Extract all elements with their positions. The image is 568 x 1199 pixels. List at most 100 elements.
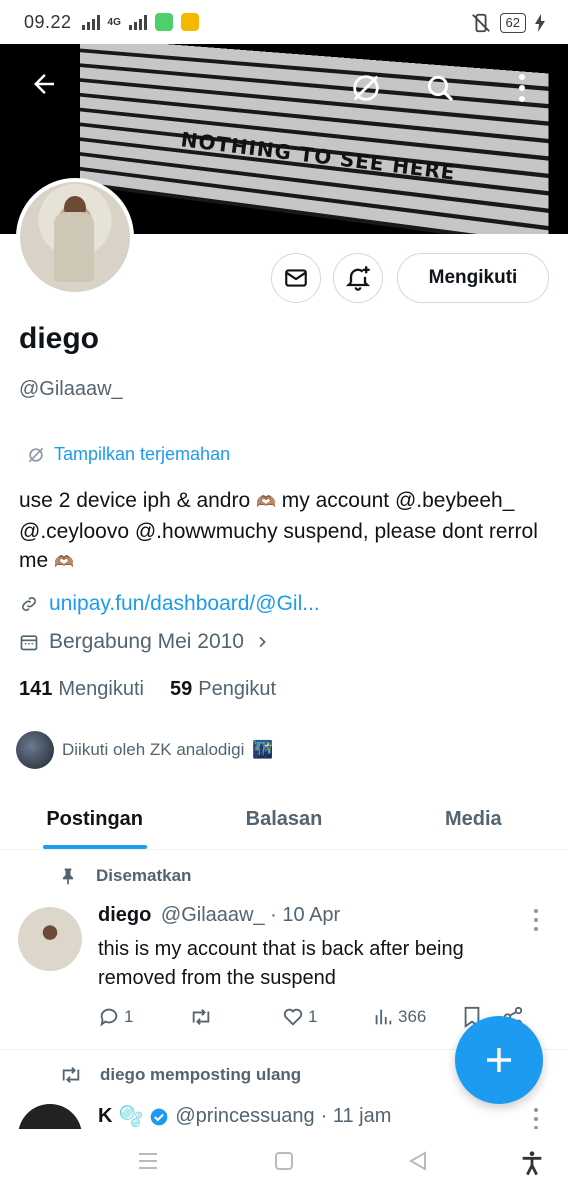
- heart-hands-emoji: 🫶🏽: [256, 494, 276, 511]
- translate-icon: [353, 75, 379, 101]
- bubbles-emoji: 🫧: [118, 1106, 144, 1128]
- reply-count: 1: [124, 1007, 134, 1026]
- network-type: 4G: [107, 16, 121, 28]
- more-options-button[interactable]: [494, 60, 550, 116]
- repost-button[interactable]: [188, 1006, 282, 1028]
- calendar-icon: [20, 635, 38, 651]
- profile-tabs: Postingan Balasan Media: [0, 790, 568, 850]
- followed-by-text: Diikuti oleh ZK analodigi: [62, 740, 245, 759]
- banner-sign-image: [79, 44, 549, 234]
- following-label: Mengikuti: [58, 678, 144, 700]
- notification-button[interactable]: [333, 253, 383, 303]
- view-count: 366: [398, 1007, 427, 1026]
- more-vertical-icon: [519, 74, 525, 102]
- post-author[interactable]: diego: [98, 904, 151, 926]
- reply-icon: [100, 1008, 118, 1027]
- repost-label: diego memposting ulang: [100, 1065, 302, 1084]
- followed-by-row[interactable]: Diikuti oleh ZK analodigi 🌃: [16, 731, 274, 769]
- views-chart-icon: [375, 1009, 392, 1025]
- search-icon: [427, 75, 454, 102]
- profile-handle: @Gilaaaw_: [19, 378, 123, 400]
- plus-icon: [487, 1048, 511, 1072]
- more-dot-icon: [534, 927, 538, 931]
- message-button[interactable]: [271, 253, 321, 303]
- pinned-indicator: Disematkan: [58, 866, 191, 886]
- website-url: unipay.fun/dashboard/@Gil...: [49, 592, 320, 615]
- envelope-icon: [285, 269, 307, 287]
- post-text: this is my account that is back after be…: [98, 938, 464, 989]
- compose-post-button[interactable]: [455, 1016, 543, 1104]
- heart-hands-emoji-2: 🫶🏽: [54, 554, 74, 571]
- followers-label: Pengikut: [198, 678, 277, 700]
- post2-author[interactable]: K: [98, 1105, 112, 1128]
- city-night-emoji: 🌃: [252, 740, 274, 759]
- post-date: · 10 Apr: [270, 904, 341, 926]
- chevron-right-icon: [259, 636, 266, 648]
- post2-time: · 11 jam: [320, 1105, 392, 1127]
- tab-posts[interactable]: Postingan: [0, 790, 189, 849]
- post-avatar[interactable]: [18, 907, 82, 971]
- follow-counts: 141 Mengikuti 59 Pengikut: [19, 678, 276, 701]
- battery-indicator: 62: [499, 13, 526, 33]
- joined-date: Bergabung Mei 2010: [49, 630, 244, 653]
- tab-replies[interactable]: Balasan: [189, 790, 378, 849]
- translate-icon: [28, 447, 44, 462]
- reply-button[interactable]: 1: [98, 1006, 188, 1028]
- more-dot-icon: [534, 909, 538, 913]
- back-button[interactable]: [16, 56, 72, 112]
- profile-bio: use 2 device iph & andro 🫶🏽 my account @…: [19, 486, 549, 577]
- repost-icon: [192, 1009, 210, 1025]
- back-nav-icon[interactable]: [406, 1149, 430, 1173]
- following-count-link[interactable]: 141 Mengikuti: [19, 678, 144, 701]
- notification-app-2-icon: [180, 13, 199, 31]
- post2-header: K 🫧 @princessuang · 11 jam: [98, 1104, 391, 1129]
- pin-icon: [63, 868, 73, 885]
- profile-name: diego: [19, 322, 99, 355]
- notification-app-icon: [154, 13, 173, 31]
- like-button[interactable]: 1: [282, 1006, 372, 1028]
- home-icon[interactable]: [272, 1149, 296, 1173]
- post-more-button[interactable]: [528, 909, 544, 931]
- pinned-label: Disematkan: [96, 866, 192, 885]
- translate-label: Tampilkan terjemahan: [54, 444, 231, 464]
- status-right: 62: [470, 12, 546, 34]
- followers-count: 59: [169, 678, 193, 700]
- repost-icon: [62, 1067, 80, 1083]
- more-dot-icon: [534, 918, 538, 922]
- search-button[interactable]: [412, 60, 468, 116]
- joined-date-row[interactable]: Bergabung Mei 2010: [19, 630, 270, 654]
- following-count: 141: [19, 678, 53, 700]
- repost-indicator: diego memposting ulang: [58, 1064, 301, 1086]
- following-button[interactable]: Mengikuti: [397, 253, 549, 303]
- profile-website-link[interactable]: unipay.fun/dashboard/@Gil...: [19, 592, 320, 616]
- arrow-left-icon: [34, 74, 54, 94]
- status-left-icons: 4G: [81, 13, 199, 31]
- bell-plus-icon: [345, 266, 371, 291]
- status-bar: 09.22 4G 62: [0, 0, 568, 44]
- recent-apps-icon[interactable]: [136, 1149, 160, 1173]
- like-count: 1: [308, 1007, 318, 1026]
- charging-icon: [535, 14, 545, 32]
- system-nav-bar: [0, 1129, 568, 1199]
- bio-text-part1: use 2 device iph & andro: [19, 489, 251, 512]
- avatar-figure-shape: [54, 212, 94, 282]
- translate-button[interactable]: [338, 60, 394, 116]
- profile-avatar[interactable]: [16, 178, 134, 296]
- views-button[interactable]: 366: [372, 1006, 462, 1028]
- post-header: diego @Gilaaaw_ · 10 Apr: [98, 904, 340, 927]
- follower-avatar: [16, 731, 54, 769]
- accessibility-icon[interactable]: [518, 1149, 546, 1177]
- post2-more-button[interactable]: [528, 1108, 544, 1130]
- followers-count-link[interactable]: 59 Pengikut: [170, 678, 276, 701]
- signal-2-icon: [128, 14, 147, 30]
- status-time: 09.22: [24, 11, 72, 32]
- mute-vibrate-icon: [471, 13, 490, 33]
- post-handle: @Gilaaaw_: [160, 904, 265, 926]
- show-translation-link[interactable]: Tampilkan terjemahan: [26, 444, 230, 465]
- link-icon: [22, 597, 36, 611]
- more-dot-icon: [534, 1108, 538, 1112]
- heart-icon: [283, 1008, 303, 1026]
- more-dot-icon: [534, 1117, 538, 1121]
- signal-icon: [81, 14, 100, 30]
- tab-media[interactable]: Media: [379, 790, 568, 849]
